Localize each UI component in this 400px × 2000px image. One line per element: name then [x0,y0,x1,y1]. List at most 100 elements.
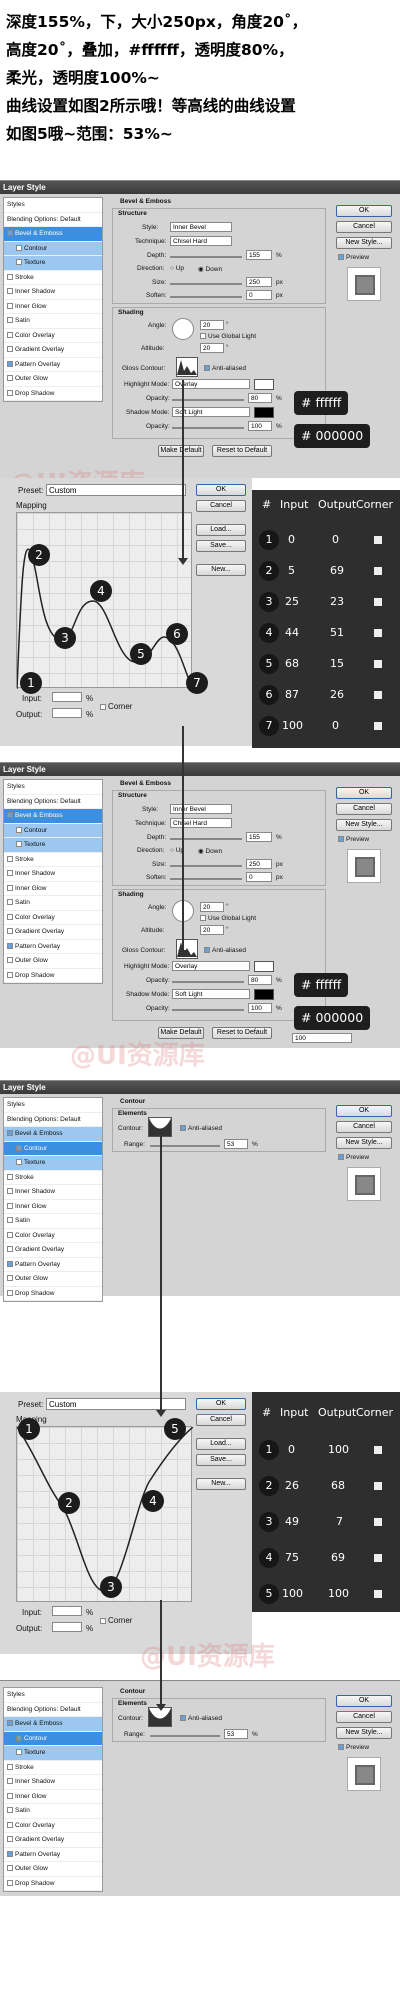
checkbox-icon[interactable] [7,1720,13,1727]
altitude-input[interactable]: 20 [200,343,224,353]
preview-checkbox[interactable]: Preview [338,254,369,261]
anti-aliased-checkbox[interactable]: Anti-aliased [204,365,246,372]
checkbox-icon[interactable] [16,1749,22,1756]
corner-checkbox[interactable] [374,722,382,730]
corner-checkbox[interactable] [374,1518,382,1526]
checkbox-icon[interactable] [7,288,13,295]
checkbox-icon[interactable] [7,346,13,353]
output-field[interactable] [52,708,82,718]
preview-checkbox[interactable]: Preview [338,1154,369,1161]
checkbox-icon[interactable] [7,957,13,964]
checkbox-icon[interactable] [7,1188,13,1195]
style-outer-glow[interactable]: Outer Glow [4,1862,102,1877]
checkbox-icon[interactable] [7,360,13,367]
style-stroke[interactable]: Stroke [4,1761,102,1775]
style-drop-shadow[interactable]: Drop Shadow [4,1877,102,1891]
style-satin[interactable]: Satin [4,1214,102,1229]
style-blending-options[interactable]: Blending Options: Default [4,213,102,227]
checkbox-icon[interactable] [7,899,13,906]
checkbox-icon[interactable] [16,244,22,251]
style-texture[interactable]: Texture [4,838,102,853]
checkbox-icon[interactable] [7,1850,13,1857]
checkbox-icon[interactable] [7,1275,13,1282]
corner-checkbox[interactable] [374,660,382,668]
corner-checkbox[interactable] [374,629,382,637]
corner-checkbox[interactable] [374,691,382,699]
style-color-overlay[interactable]: Color Overlay [4,1229,102,1243]
global-light-checkbox[interactable]: Use Global Light [200,915,256,922]
shadow-opacity-input[interactable]: 100 [248,421,272,431]
direction-down-radio[interactable]: ◉ Down [198,265,222,273]
corner-checkbox[interactable] [374,1482,382,1490]
checkbox-icon[interactable] [7,1231,13,1238]
checkbox-icon[interactable] [16,1159,22,1166]
reset-default-button[interactable]: Reset to Default [212,1027,272,1039]
style-inner-glow[interactable]: Inner Glow [4,1200,102,1214]
preset-select[interactable]: Custom [46,484,186,496]
preview-checkbox[interactable]: Preview [338,1744,369,1751]
style-texture[interactable]: Texture [4,1746,102,1761]
anti-aliased-checkbox[interactable]: Anti-aliased [180,1715,222,1722]
size-slider[interactable] [170,865,242,867]
checkbox-icon[interactable] [7,812,13,819]
angle-input[interactable]: 20 [200,902,224,912]
checkbox-icon[interactable] [7,1836,13,1843]
anti-aliased-checkbox[interactable]: Anti-aliased [204,947,246,954]
global-light-checkbox[interactable]: Use Global Light [200,333,256,340]
style-contour[interactable]: Contour [4,1141,102,1156]
new-style-button[interactable]: New Style... [336,237,392,249]
depth-input[interactable]: 155 [246,832,272,842]
checkbox-icon[interactable] [16,1734,22,1741]
style-texture[interactable]: Texture [4,1156,102,1171]
checkbox-icon[interactable] [7,1130,13,1137]
technique-select[interactable]: Chisel Hard [170,818,232,828]
direction-down-radio[interactable]: ◉ Down [198,847,222,855]
style-satin[interactable]: Satin [4,896,102,911]
save-button[interactable]: Save... [196,1454,246,1466]
style-satin[interactable]: Satin [4,1804,102,1819]
make-default-button[interactable]: Make Default [158,445,204,457]
checkbox-icon[interactable] [7,1260,13,1267]
style-color-overlay[interactable]: Color Overlay [4,911,102,925]
direction-up-radio[interactable]: ○ Up [170,265,184,272]
depth-slider[interactable] [170,838,242,840]
checkbox-icon[interactable] [7,942,13,949]
style-satin[interactable]: Satin [4,314,102,329]
input-field[interactable] [52,1606,82,1616]
checkbox-icon[interactable] [7,375,13,382]
mapping-curve-grid[interactable] [16,1426,193,1602]
angle-dial[interactable] [172,318,194,340]
angle-input[interactable]: 20 [200,320,224,330]
checkbox-icon[interactable] [7,1807,13,1814]
corner-checkbox[interactable]: Corner [100,702,132,711]
shadow-color-swatch[interactable] [254,989,274,1000]
style-stroke[interactable]: Stroke [4,853,102,867]
style-select[interactable]: Inner Bevel [170,804,232,814]
range-input[interactable]: 53 [224,1729,248,1739]
checkbox-icon[interactable] [7,884,13,891]
style-texture[interactable]: Texture [4,256,102,271]
shadow-mode-select[interactable]: Soft Light [172,989,250,999]
checkbox-icon[interactable] [16,841,22,848]
highlight-opacity-slider[interactable] [172,981,244,983]
ok-button[interactable]: OK [196,1398,246,1410]
style-drop-shadow[interactable]: Drop Shadow [4,1287,102,1301]
style-select[interactable]: Inner Bevel [170,222,232,232]
load-button[interactable]: Load... [196,1438,246,1450]
style-outer-glow[interactable]: Outer Glow [4,1272,102,1287]
highlight-color-swatch[interactable] [254,961,274,972]
highlight-mode-select[interactable]: Overlay [172,961,250,971]
style-inner-glow[interactable]: Inner Glow [4,882,102,896]
style-blending-options[interactable]: Blending Options: Default [4,795,102,809]
cancel-button[interactable]: Cancel [336,221,392,233]
style-inner-glow[interactable]: Inner Glow [4,300,102,314]
checkbox-icon[interactable] [7,1792,13,1799]
shadow-opacity-input[interactable]: 100 [248,1003,272,1013]
cancel-button[interactable]: Cancel [336,1121,392,1133]
style-inner-shadow[interactable]: Inner Shadow [4,1775,102,1790]
style-pattern-overlay[interactable]: Pattern Overlay [4,1848,102,1862]
style-inner-shadow[interactable]: Inner Shadow [4,1185,102,1200]
new-style-button[interactable]: New Style... [336,1727,392,1739]
corner-checkbox[interactable] [374,598,382,606]
new-style-button[interactable]: New Style... [336,819,392,831]
